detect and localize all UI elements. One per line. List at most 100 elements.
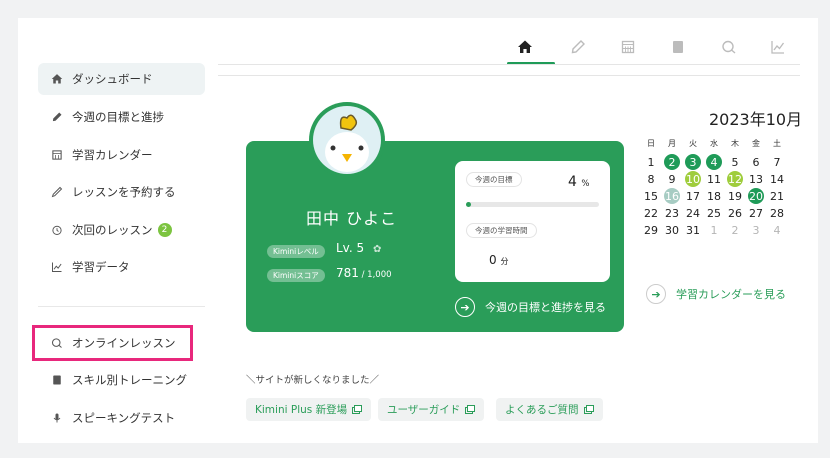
calendar-day[interactable]: 28 — [769, 205, 785, 221]
goal-label: 今週の目標 — [466, 172, 522, 187]
calendar-day[interactable]: 10 — [685, 171, 701, 187]
calendar-day[interactable]: 1 — [643, 154, 659, 170]
sidebar-item-dashboard[interactable]: ダッシュボード — [38, 63, 205, 95]
calendar-day[interactable]: 14 — [769, 171, 785, 187]
arrow-right-icon: ➔ — [455, 297, 475, 317]
calendar-weekday: 土 — [773, 139, 781, 148]
calendar-day[interactable]: 30 — [664, 222, 680, 238]
lesson-count-badge: 2 — [157, 223, 172, 237]
news-heading: ＼サイトが新しくなりました／ — [246, 375, 380, 386]
calendar-weekday: 木 — [731, 139, 739, 148]
external-link-icon — [465, 405, 476, 414]
calendar-day[interactable]: 4 — [706, 154, 722, 170]
header-divider — [218, 64, 800, 76]
calendar-day[interactable]: 26 — [727, 205, 743, 221]
sidebar-item-next-lesson[interactable]: 次回のレッスン 2 — [38, 214, 205, 246]
user-name: 田中 ひよこ — [306, 209, 398, 228]
sidebar-item-label: ダッシュボード — [72, 72, 153, 86]
sidebar-item-label: スピーキングテスト — [72, 411, 176, 425]
sidebar-item-label: レッスンを予約する — [72, 185, 176, 199]
calendar-icon — [50, 149, 63, 162]
level-label: Kiminiレベル — [267, 245, 325, 258]
news-tag-user-guide[interactable]: ユーザーガイド — [378, 398, 485, 421]
sidebar-item-weekly-goals[interactable]: 今週の目標と進捗 — [38, 101, 205, 133]
pencil-icon — [50, 111, 63, 124]
sidebar-divider — [38, 306, 205, 307]
news-tag-kimini-plus[interactable]: Kimini Plus 新登場 — [246, 398, 372, 421]
home-icon[interactable] — [513, 36, 537, 58]
calendar-day[interactable]: 16 — [664, 188, 680, 204]
calendar-day[interactable]: 27 — [748, 205, 764, 221]
calendar-day[interactable]: 2 — [664, 154, 680, 170]
calendar-day[interactable]: 3 — [748, 222, 764, 238]
calendar-day[interactable]: 18 — [706, 188, 722, 204]
arrow-right-icon: ➔ — [646, 284, 666, 304]
chick-avatar-icon — [325, 114, 369, 172]
calendar-day[interactable]: 9 — [664, 171, 680, 187]
calendar-day[interactable]: 6 — [748, 154, 764, 170]
book-icon[interactable] — [666, 36, 690, 58]
home-icon — [50, 73, 63, 86]
clock-icon — [50, 224, 63, 237]
sidebar-item-book-lesson[interactable]: レッスンを予約する — [38, 176, 205, 208]
calendar-icon[interactable] — [616, 36, 640, 58]
score-value: 781 / 1,000 — [336, 266, 392, 280]
goal-progress-bar — [466, 202, 599, 207]
study-time-label: 今週の学習時間 — [466, 223, 537, 238]
calendar-weekday: 水 — [710, 139, 718, 148]
calendar-day[interactable]: 4 — [769, 222, 785, 238]
news-tag-faq[interactable]: よくあるご質問 — [496, 398, 603, 421]
sidebar-item-speaking-test[interactable]: スピーキングテスト — [38, 402, 205, 434]
mic-icon — [50, 412, 63, 425]
calendar-weekday: 火 — [689, 139, 697, 148]
calendar-day[interactable]: 25 — [706, 205, 722, 221]
calendar-day[interactable]: 23 — [664, 205, 680, 221]
calendar-link[interactable]: ➔ 学習カレンダーを見る — [646, 284, 786, 304]
calendar-weekday: 金 — [752, 139, 760, 148]
goal-progress-link[interactable]: ➔ 今週の目標と進捗を見る — [455, 297, 606, 317]
chat-icon[interactable] — [717, 36, 741, 58]
external-link-icon — [583, 405, 594, 414]
calendar-day[interactable]: 17 — [685, 188, 701, 204]
calendar-day[interactable]: 24 — [685, 205, 701, 221]
calendar-day[interactable]: 11 — [706, 171, 722, 187]
sidebar-item-label: 学習カレンダー — [72, 148, 153, 162]
pen-icon — [50, 186, 63, 199]
book-icon — [50, 374, 63, 387]
goal-progress-fill — [466, 202, 472, 207]
chart-icon[interactable] — [766, 36, 790, 58]
sidebar-item-learning-data[interactable]: 学習データ — [38, 251, 205, 283]
sidebar-item-label: スキル別トレーニング — [72, 373, 187, 387]
calendar-day[interactable]: 19 — [727, 188, 743, 204]
calendar-day[interactable]: 5 — [727, 154, 743, 170]
calendar-day[interactable]: 20 — [748, 188, 764, 204]
calendar-day[interactable]: 13 — [748, 171, 764, 187]
calendar-day[interactable]: 8 — [643, 171, 659, 187]
study-time-value: 0 分 — [489, 253, 509, 267]
level-value: Lv. 5 — [336, 241, 365, 255]
sidebar-item-calendar[interactable]: 学習カレンダー — [38, 139, 205, 171]
calendar-weekday: 月 — [668, 139, 676, 148]
calendar-day[interactable]: 2 — [727, 222, 743, 238]
calendar-day[interactable]: 12 — [727, 171, 743, 187]
sidebar-item-label: 学習データ — [72, 260, 130, 274]
score-label: Kiminiスコア — [267, 269, 325, 282]
chart-icon — [50, 261, 63, 274]
sidebar-item-skill-training[interactable]: スキル別トレーニング — [38, 364, 205, 396]
avatar[interactable] — [309, 102, 385, 178]
gear-icon[interactable]: ✿ — [373, 244, 381, 255]
calendar-day[interactable]: 1 — [706, 222, 722, 238]
calendar-day[interactable]: 21 — [769, 188, 785, 204]
calendar-day[interactable]: 29 — [643, 222, 659, 238]
sidebar-item-label: 次回のレッスン — [72, 223, 153, 237]
calendar-title: 2023年10月 — [709, 110, 803, 129]
calendar-day[interactable]: 7 — [769, 154, 785, 170]
calendar-day[interactable]: 3 — [685, 154, 701, 170]
external-link-icon — [352, 405, 363, 414]
goal-percent: 4 % — [568, 174, 590, 190]
pencil-icon[interactable] — [566, 36, 590, 58]
calendar-day[interactable]: 22 — [643, 205, 659, 221]
calendar-day[interactable]: 15 — [643, 188, 659, 204]
highlight-box — [32, 325, 193, 361]
calendar-day[interactable]: 31 — [685, 222, 701, 238]
